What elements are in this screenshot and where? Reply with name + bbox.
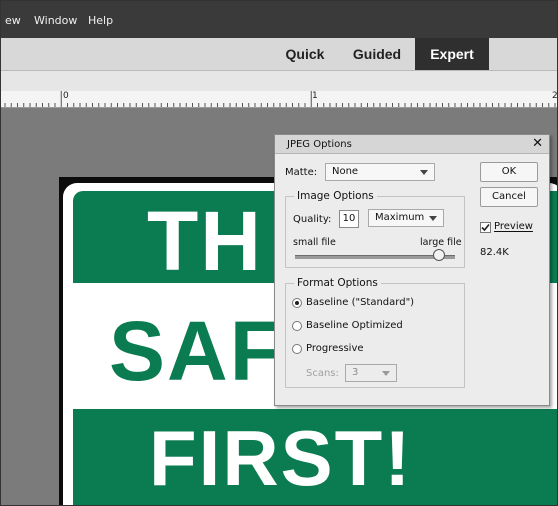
scans-select: 3 xyxy=(345,364,397,382)
dialog-title: JPEG Options xyxy=(287,139,352,150)
baseline-standard-label[interactable]: Baseline ("Standard") xyxy=(306,297,414,308)
matte-label: Matte: xyxy=(285,167,318,178)
menu-view[interactable]: ew xyxy=(5,14,21,27)
matte-select[interactable]: None xyxy=(325,163,435,181)
quality-preset-value: Maximum xyxy=(375,212,425,223)
jpeg-options-dialog: JPEG Options ✕ Matte: None OK Cancel Pre… xyxy=(274,134,550,406)
image-options-title: Image Options xyxy=(294,190,377,202)
ruler-label-0: 0 xyxy=(63,91,69,101)
tab-expert[interactable]: Expert xyxy=(415,38,489,70)
progressive-radio[interactable] xyxy=(292,344,302,354)
horizontal-ruler: 0 1 2 xyxy=(1,91,557,108)
preview-checkbox[interactable] xyxy=(480,222,491,233)
close-icon[interactable]: ✕ xyxy=(532,136,543,151)
quality-label: Quality: xyxy=(293,214,332,225)
scans-value: 3 xyxy=(352,367,359,378)
tool-options-bar xyxy=(1,71,557,92)
format-options-title: Format Options xyxy=(294,277,381,289)
dialog-title-bar[interactable]: JPEG Options ✕ xyxy=(275,135,549,154)
tab-quick[interactable]: Quick xyxy=(274,38,336,70)
ruler-ticks xyxy=(4,91,556,107)
mode-bar: Quick Guided Expert xyxy=(1,38,557,71)
quality-input[interactable]: 10 xyxy=(339,210,359,228)
scans-label: Scans: xyxy=(306,368,339,379)
chevron-down-icon xyxy=(429,216,437,221)
menu-bar: ew Window Help xyxy=(1,1,557,38)
quality-preset-select[interactable]: Maximum xyxy=(368,209,444,227)
matte-value: None xyxy=(332,166,359,177)
baseline-optimized-radio[interactable] xyxy=(292,321,302,331)
app-window: ew Window Help Quick Guided Expert 0 1 2… xyxy=(0,0,558,506)
chevron-down-icon xyxy=(382,371,390,376)
sign-text-line1: TH xyxy=(147,194,263,288)
chevron-down-icon xyxy=(420,170,428,175)
ok-button[interactable]: OK xyxy=(480,162,538,182)
file-size: 82.4K xyxy=(480,247,509,258)
small-file-label: small file xyxy=(293,237,336,248)
quality-slider-thumb[interactable] xyxy=(433,249,445,261)
menu-help[interactable]: Help xyxy=(88,14,113,27)
cancel-button[interactable]: Cancel xyxy=(480,187,538,207)
ruler-label-1: 1 xyxy=(312,91,318,101)
sign-text-line3: FIRST! xyxy=(149,414,413,502)
preview-label[interactable]: Preview xyxy=(494,221,533,232)
large-file-label: large file xyxy=(420,237,462,248)
quality-slider-track[interactable] xyxy=(295,255,455,259)
sign-text-line2: SAF xyxy=(109,304,283,398)
menu-window[interactable]: Window xyxy=(34,14,77,27)
ruler-label-2: 2 xyxy=(552,91,558,101)
tab-guided[interactable]: Guided xyxy=(344,38,410,70)
baseline-standard-radio[interactable] xyxy=(292,298,302,308)
baseline-optimized-label[interactable]: Baseline Optimized xyxy=(306,320,403,331)
progressive-label[interactable]: Progressive xyxy=(306,343,364,354)
